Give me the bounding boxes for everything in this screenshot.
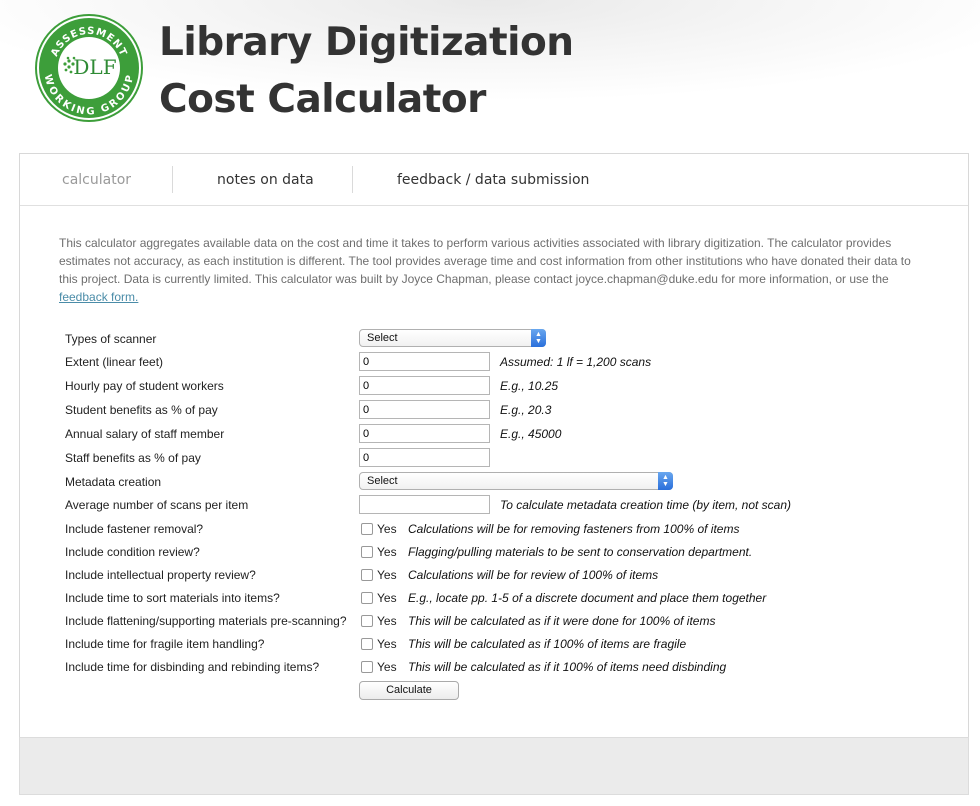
metadata-creation-label: Metadata creation	[65, 475, 162, 489]
intro-paragraph: This calculator aggregates available dat…	[59, 234, 929, 306]
option-note: This will be calculated as if it 100% of…	[408, 660, 727, 674]
option-note: Calculations will be for removing fasten…	[408, 522, 740, 536]
page-title-line-2: Cost Calculator	[159, 77, 486, 122]
metadata-selected-value: Select	[367, 475, 398, 487]
option-label: Include time to sort materials into item…	[65, 591, 280, 605]
extent-note: Assumed: 1 lf = 1,200 scans	[500, 355, 652, 369]
form-row-metadata-creation: Metadata creation Select ▲ ▼	[65, 472, 955, 492]
ip-review-checkbox[interactable]	[361, 569, 373, 581]
main-panel: calculator notes on data feedback / data…	[19, 153, 969, 738]
option-label: Include intellectual property review?	[65, 568, 256, 582]
extent-input[interactable]	[359, 352, 490, 371]
annual-salary-input[interactable]	[359, 424, 490, 443]
scanner-type-label: Types of scanner	[65, 332, 157, 346]
scans-per-item-note: To calculate metadata creation time (by …	[500, 498, 792, 512]
dlf-assessment-logo: ASSESSMENT WORKING GROUP DLF	[33, 12, 145, 124]
fastener-removal-checkbox[interactable]	[361, 523, 373, 535]
feedback-form-link[interactable]: feedback form.	[59, 290, 138, 304]
form-row-disbinding: Include time for disbinding and rebindin…	[65, 657, 955, 677]
tab-calculator[interactable]: calculator	[62, 154, 131, 206]
form-row-ip-review: Include intellectual property review? Ye…	[65, 565, 955, 585]
option-note: Calculations will be for review of 100% …	[408, 568, 659, 582]
nav-divider	[352, 166, 353, 193]
intro-text: This calculator aggregates available dat…	[59, 236, 911, 286]
sort-materials-checkbox[interactable]	[361, 592, 373, 604]
scans-per-item-input[interactable]	[359, 495, 490, 514]
scans-per-item-label: Average number of scans per item	[65, 498, 249, 512]
form-row-annual-salary: Annual salary of staff member E.g., 4500…	[65, 424, 955, 444]
student-benefits-label: Student benefits as % of pay	[65, 403, 218, 417]
yes-label: Yes	[377, 545, 397, 559]
option-label: Include flattening/supporting materials …	[65, 614, 347, 628]
form-row-flattening: Include flattening/supporting materials …	[65, 611, 955, 631]
student-benefits-note: E.g., 20.3	[500, 403, 552, 417]
form-row-scanner-type: Types of scanner Select ▲ ▼	[65, 329, 955, 349]
option-note: This will be calculated as if it were do…	[408, 614, 716, 628]
hourly-pay-label: Hourly pay of student workers	[65, 379, 224, 393]
yes-label: Yes	[377, 660, 397, 674]
select-arrows-icon: ▲ ▼	[658, 472, 673, 490]
flattening-checkbox[interactable]	[361, 615, 373, 627]
fragile-handling-checkbox[interactable]	[361, 638, 373, 650]
option-note: E.g., locate pp. 1-5 of a discrete docum…	[408, 591, 767, 605]
form-row-fastener-removal: Include fastener removal? Yes Calculatio…	[65, 519, 955, 539]
form-row-staff-benefits: Staff benefits as % of pay	[65, 448, 955, 468]
scanner-type-select[interactable]: Select ▲ ▼	[359, 329, 546, 347]
footer-bar	[19, 737, 969, 795]
metadata-creation-select[interactable]: Select ▲ ▼	[359, 472, 673, 490]
yes-label: Yes	[377, 591, 397, 605]
yes-label: Yes	[377, 637, 397, 651]
nav-bar: calculator notes on data feedback / data…	[20, 154, 968, 206]
form-row-sort-materials: Include time to sort materials into item…	[65, 588, 955, 608]
disbinding-checkbox[interactable]	[361, 661, 373, 673]
yes-label: Yes	[377, 522, 397, 536]
select-arrows-icon: ▲ ▼	[531, 329, 546, 347]
option-note: This will be calculated as if 100% of it…	[408, 637, 687, 651]
form-row-hourly-pay: Hourly pay of student workers E.g., 10.2…	[65, 376, 955, 396]
annual-salary-note: E.g., 45000	[500, 427, 562, 441]
option-label: Include condition review?	[65, 545, 200, 559]
form-row-scans-per-item: Average number of scans per item To calc…	[65, 495, 955, 515]
staff-benefits-input[interactable]	[359, 448, 490, 467]
scanner-type-selected-value: Select	[367, 332, 398, 344]
tab-notes-on-data[interactable]: notes on data	[217, 154, 314, 206]
svg-text:DLF: DLF	[73, 55, 116, 79]
yes-label: Yes	[377, 614, 397, 628]
option-note: Flagging/pulling materials to be sent to…	[408, 545, 753, 559]
option-label: Include time for fragile item handling?	[65, 637, 265, 651]
form-row-condition-review: Include condition review? Yes Flagging/p…	[65, 542, 955, 562]
condition-review-checkbox[interactable]	[361, 546, 373, 558]
staff-benefits-label: Staff benefits as % of pay	[65, 451, 201, 465]
hourly-pay-note: E.g., 10.25	[500, 379, 559, 393]
form-row-student-benefits: Student benefits as % of pay E.g., 20.3	[65, 400, 955, 420]
form-row-extent: Extent (linear feet) Assumed: 1 lf = 1,2…	[65, 352, 955, 372]
student-benefits-input[interactable]	[359, 400, 490, 419]
annual-salary-label: Annual salary of staff member	[65, 427, 225, 441]
nav-divider	[172, 166, 173, 193]
extent-label: Extent (linear feet)	[65, 355, 164, 369]
calculate-button[interactable]: Calculate	[359, 681, 459, 700]
page-title: Library Digitization Cost Calculator	[159, 14, 574, 128]
option-label: Include fastener removal?	[65, 522, 204, 536]
form-row-fragile-handling: Include time for fragile item handling? …	[65, 634, 955, 654]
hourly-pay-input[interactable]	[359, 376, 490, 395]
yes-label: Yes	[377, 568, 397, 582]
option-label: Include time for disbinding and rebindin…	[65, 660, 320, 674]
page-title-line-1: Library Digitization	[159, 20, 574, 65]
tab-feedback-data-submission[interactable]: feedback / data submission	[397, 154, 589, 206]
